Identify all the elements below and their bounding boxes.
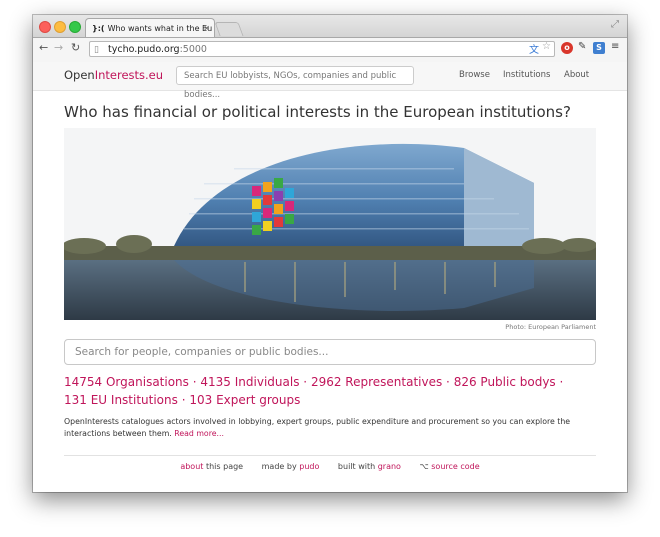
stats-list: 14754 Organisations · 4135 Individuals ·… [64,375,564,407]
read-more-link[interactable]: Read more... [174,429,224,438]
footer-grano-link[interactable]: grano [378,462,401,471]
about-text: OpenInterests catalogues actors involved… [64,417,571,438]
stat-representatives[interactable]: 2962 Representatives [311,375,442,389]
site-search-input[interactable]: Search EU lobbyists, NGOs, companies and… [176,66,414,100]
site-navbar: OpenInterests.eu Search EU lobbyists, NG… [33,62,627,100]
fullscreen-icon[interactable]: ⤢ [611,19,619,30]
menu-icon[interactable]: ≡ [611,41,619,52]
minimize-window-button[interactable] [54,21,66,33]
tab-strip: }:(Who wants what in the Eu ✕ ⤢ [33,15,627,37]
browser-toolbar: ← → ↻ ▯ tycho.pudo.org:5000 文 ☆ o ✎ S ≡ [33,37,627,63]
back-icon[interactable]: ← [39,41,48,54]
url-host: tycho.pudo.org [108,44,180,55]
address-bar[interactable]: ▯ tycho.pudo.org:5000 [89,41,555,57]
about-paragraph: OpenInterests catalogues actors involved… [64,416,596,440]
nav-about[interactable]: About [564,70,589,80]
brand-accent: Interests.eu [94,68,164,82]
footer-divider [64,455,596,456]
url-port: :5000 [179,44,207,55]
reload-icon[interactable]: ↻ [71,41,80,54]
footer-about-rest: this page [205,462,244,471]
browser-window: }:(Who wants what in the Eu ✕ ⤢ ← → ↻ ▯ … [33,15,627,492]
photo-credit: Photo: European Parliament [505,323,596,331]
footer-pudo-link[interactable]: pudo [299,462,319,471]
main-search-input[interactable]: Search for people, companies or public b… [64,339,596,365]
footer-source-link[interactable]: source code [431,462,479,471]
stat-eu-institutions[interactable]: 131 EU Institutions [64,393,178,407]
pin-extension-icon[interactable]: ✎ [578,41,586,52]
nav-browse[interactable]: Browse [459,70,490,80]
tab-title: Who wants what in the Eu [107,24,213,33]
zoom-window-button[interactable] [69,21,81,33]
github-icon: ⌥ [419,462,429,471]
tab-close-icon[interactable]: ✕ [203,19,210,37]
nav-institutions[interactable]: Institutions [503,70,550,80]
browser-tab[interactable]: }:(Who wants what in the Eu ✕ [85,18,215,37]
stat-expert-groups[interactable]: 103 Expert groups [189,393,300,407]
footer: about this page made by pudo built with … [33,462,627,471]
page-title: Who has financial or political interests… [64,103,571,121]
translate-icon[interactable]: 文 [529,41,539,56]
footer-about-link[interactable]: about [180,462,203,471]
close-window-button[interactable] [39,21,51,33]
page-icon: ▯ [94,45,99,55]
bookmark-star-icon[interactable]: ☆ [542,41,551,52]
favicon-icon: }:( [92,24,105,33]
hero-image [64,128,596,320]
stat-organisations[interactable]: 14754 Organisations [64,375,189,389]
stat-individuals[interactable]: 4135 Individuals [200,375,299,389]
adblock-extension-icon[interactable]: o [561,42,573,54]
stat-public-bodys[interactable]: 826 Public bodys [454,375,556,389]
forward-icon[interactable]: → [54,41,63,54]
extension-badge-icon[interactable]: S [593,42,605,54]
footer-built-with: built with [337,462,376,471]
brand-prefix: Open [64,68,95,82]
footer-made-by: made by [261,462,297,471]
new-tab-button[interactable] [214,22,244,36]
european-parliament-photo [64,128,596,320]
site-logo[interactable]: OpenInterests.eu [64,68,163,82]
